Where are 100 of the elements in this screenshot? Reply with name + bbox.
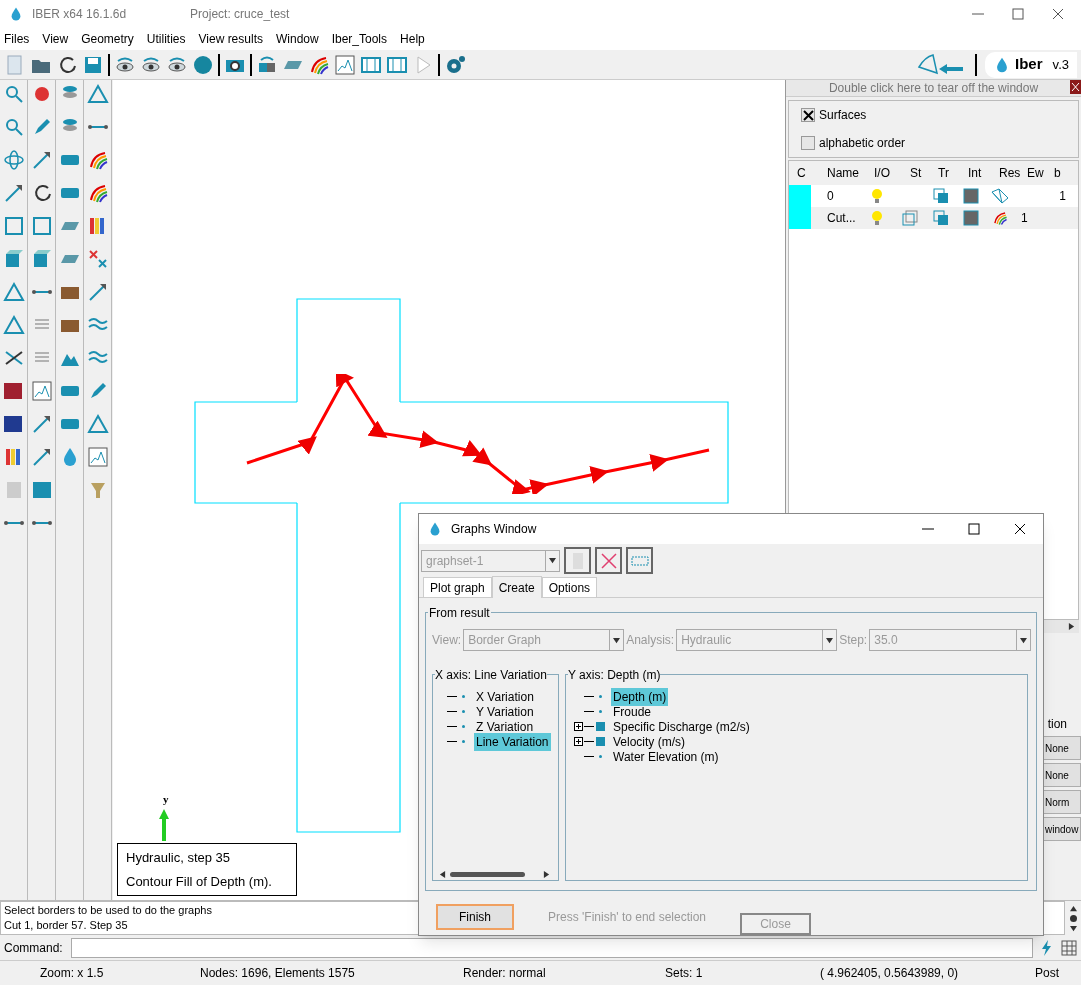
- cross-icon[interactable]: [86, 248, 109, 270]
- triangle-icon[interactable]: [2, 281, 25, 303]
- caret-down-icon[interactable]: [826, 636, 834, 644]
- new-graphset-button[interactable]: [564, 547, 591, 574]
- info-icon[interactable]: [30, 479, 53, 501]
- table-cell-text: 1: [1058, 188, 1066, 205]
- checkbox[interactable]: [801, 136, 815, 150]
- column-header[interactable]: St: [902, 164, 930, 182]
- status-text: Sets: 1: [664, 965, 704, 982]
- column-header[interactable]: I/O: [866, 164, 902, 182]
- legend-text: Contour Fill of Depth (m).: [126, 872, 273, 891]
- option-button[interactable]: window: [1043, 817, 1081, 841]
- column-header[interactable]: Tr: [930, 164, 960, 182]
- scroll-down-icon[interactable]: [1069, 924, 1077, 932]
- option-button[interactable]: None: [1043, 736, 1081, 760]
- rainbow-icon[interactable]: [991, 210, 1009, 226]
- close-icon[interactable]: [1070, 80, 1081, 94]
- chart-icon[interactable]: [86, 446, 109, 468]
- square-icon[interactable]: [963, 210, 979, 226]
- chart-icon[interactable]: [30, 380, 53, 402]
- scroll-thumb-icon[interactable]: [1069, 914, 1077, 922]
- bullet-icon: [462, 695, 465, 698]
- status-text: Nodes: 1696, Elements 1575: [200, 965, 356, 982]
- command-input[interactable]: [70, 937, 1033, 958]
- table-cell-text: 1: [1020, 210, 1029, 227]
- message-line: Select borders to be used to do the graphs: [4, 903, 212, 918]
- caret-down-icon[interactable]: [549, 557, 556, 564]
- swatchblue-icon[interactable]: [2, 413, 25, 435]
- bullet-icon: [462, 740, 465, 743]
- logo-text: Iber: [1015, 54, 1043, 75]
- menu-item[interactable]: Utilities: [146, 30, 186, 48]
- tab[interactable]: Plot graph: [423, 577, 492, 597]
- triangle-icon[interactable]: [86, 413, 109, 435]
- command-label: Command:: [4, 939, 63, 957]
- expand-icon[interactable]: [573, 722, 583, 731]
- bullet-icon: [599, 755, 602, 758]
- scroll-right-icon[interactable]: [1068, 623, 1075, 630]
- lightbulb-icon[interactable]: [870, 188, 884, 204]
- sphere-icon[interactable]: [192, 53, 214, 76]
- square-icon[interactable]: [2, 215, 25, 237]
- lightning-icon[interactable]: [1041, 939, 1053, 956]
- scroll-right-icon[interactable]: [543, 871, 550, 878]
- menu-item[interactable]: Files: [4, 30, 30, 48]
- axis-label: y: [163, 792, 169, 807]
- menu-item[interactable]: Iber_Tools: [331, 30, 388, 48]
- column-header[interactable]: C: [789, 164, 819, 182]
- gear-icon[interactable]: [444, 53, 466, 76]
- column-header[interactable]: Ew: [1019, 164, 1046, 182]
- tab[interactable]: Create: [491, 576, 542, 598]
- bullet-icon: [599, 710, 602, 713]
- folder-square-icon: [596, 737, 605, 746]
- window-title: IBER x64 16.1.6d: [32, 6, 127, 23]
- close-icon[interactable]: [1051, 7, 1065, 21]
- bullet-icon: [462, 710, 465, 713]
- menu-item[interactable]: View: [42, 30, 69, 48]
- triangle-icon[interactable]: [86, 83, 109, 105]
- menu-item[interactable]: Help: [400, 30, 425, 48]
- menu-item[interactable]: View results: [198, 30, 263, 48]
- scroll-left-icon[interactable]: [439, 871, 446, 878]
- window-title: Graphs Window: [451, 521, 537, 538]
- group-label: tion: [1047, 716, 1068, 733]
- swatch-icon[interactable]: [2, 380, 25, 402]
- menu-item[interactable]: Window: [276, 30, 319, 48]
- scroll-up-icon[interactable]: [1069, 904, 1077, 912]
- tree-item[interactable]: Depth (m): [611, 687, 669, 706]
- column-header[interactable]: Name: [819, 164, 866, 182]
- mesh-icon[interactable]: [991, 188, 1009, 204]
- overlapping-squares-icon[interactable]: [902, 210, 918, 226]
- field-label: Analysis:: [626, 632, 675, 649]
- caret-down-icon[interactable]: [1020, 636, 1028, 644]
- column-header[interactable]: Res: [991, 164, 1019, 182]
- field-label: Step:: [839, 632, 868, 649]
- expand-icon[interactable]: [573, 737, 583, 746]
- maximize-icon[interactable]: [967, 522, 981, 536]
- grid-icon[interactable]: [1061, 939, 1077, 956]
- overlapping-squares-icon[interactable]: [933, 210, 949, 226]
- caret-down-icon[interactable]: [613, 636, 621, 644]
- option-button[interactable]: None: [1043, 763, 1081, 787]
- chart-icon[interactable]: [334, 53, 356, 76]
- maximize-icon[interactable]: [1011, 7, 1025, 21]
- dashed-box-icon: [630, 554, 649, 567]
- square-icon[interactable]: [30, 215, 53, 237]
- orbit-icon[interactable]: [2, 149, 25, 171]
- rename-button[interactable]: [626, 547, 653, 574]
- checkbox[interactable]: [801, 108, 815, 122]
- column-header[interactable]: Int: [960, 164, 991, 182]
- menu-item[interactable]: Geometry: [81, 30, 134, 48]
- option-button[interactable]: Norm: [1043, 790, 1081, 814]
- overlapping-squares-icon[interactable]: [933, 188, 949, 204]
- finish-button[interactable]: Finish: [436, 904, 514, 930]
- close-icon[interactable]: [1013, 522, 1027, 536]
- tree-item[interactable]: Line Variation: [474, 732, 551, 751]
- delete-button[interactable]: [595, 547, 622, 574]
- tab[interactable]: Options: [541, 577, 598, 597]
- square-icon[interactable]: [963, 188, 979, 204]
- triangle-icon[interactable]: [2, 314, 25, 336]
- lightbulb-icon[interactable]: [870, 210, 884, 226]
- version-label: v.3: [1052, 55, 1069, 74]
- column-header[interactable]: b: [1046, 164, 1066, 182]
- tear-off-header[interactable]: Double click here to tear off the window: [786, 80, 1081, 97]
